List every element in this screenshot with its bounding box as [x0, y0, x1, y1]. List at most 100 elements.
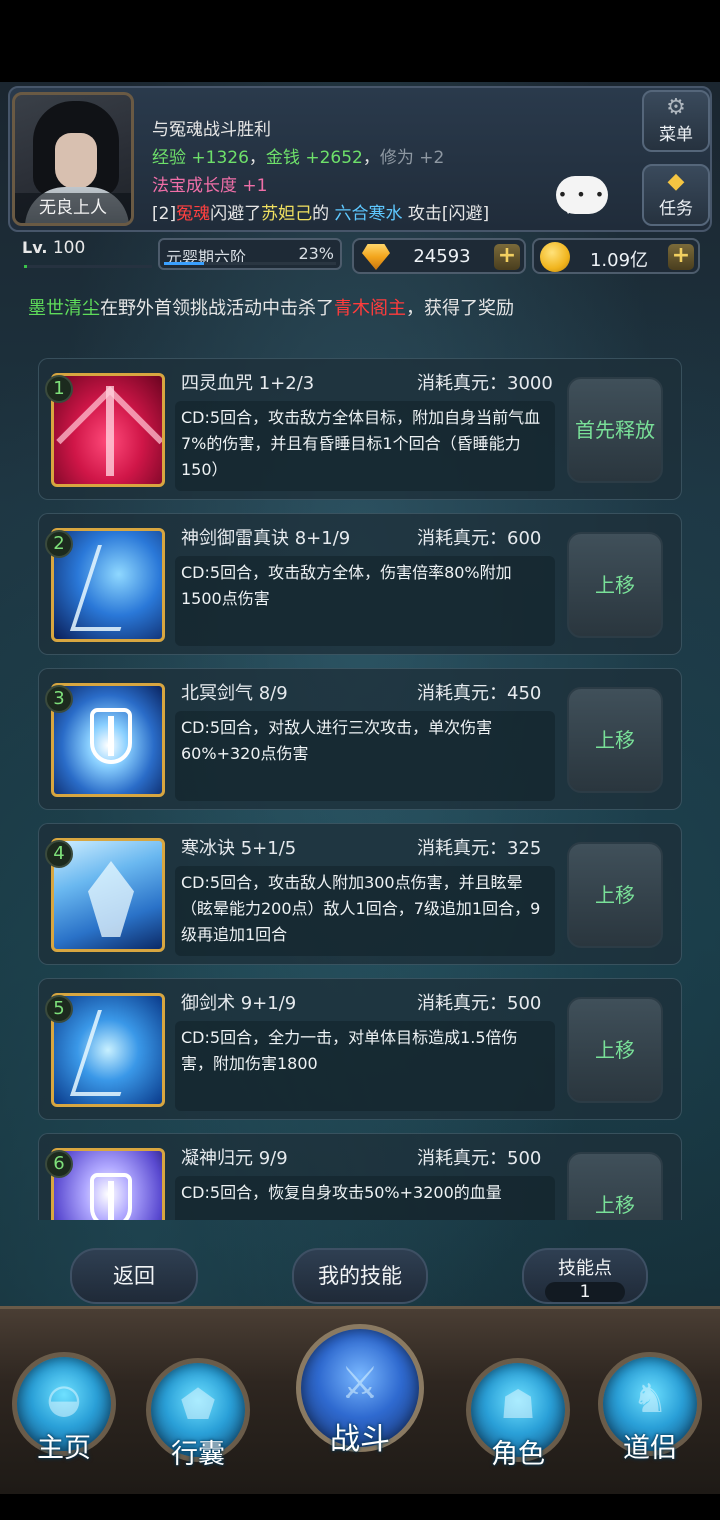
cultivation-value: +2	[419, 148, 445, 168]
evade-target: 苏妲己	[261, 204, 313, 224]
task-button[interactable]: ◆ 任务	[642, 164, 710, 226]
skill-number: 5	[45, 995, 73, 1023]
skill-action-button[interactable]: 上移	[567, 532, 663, 638]
character-icon: ☗	[500, 1382, 536, 1428]
realm-display: 元婴期六阶 23%	[158, 238, 342, 270]
battle-log-evade: [2]冤魂闪避了苏妲己的 六合寒水 攻击[闪避]	[152, 199, 489, 224]
home-icon: ◒	[46, 1376, 82, 1422]
gold-currency: 1.09亿 +	[532, 238, 700, 274]
skill-number: 2	[45, 530, 73, 558]
skill-description: CD:5回合，攻击敌人附加300点伤害，并且眩晕（眩晕能力200点）敌人1回合，…	[175, 866, 555, 956]
nav-home-label: 主页	[37, 1433, 91, 1464]
chat-bubble-icon[interactable]: • • •	[556, 176, 608, 214]
skill-cost: 消耗真元：3000	[417, 373, 553, 394]
money-label: 金钱	[265, 148, 300, 168]
battle-log-line1: 与冤魂战斗胜利	[152, 120, 271, 140]
skill-action-button[interactable]: 上移	[567, 687, 663, 793]
evade-skill: 六合寒水	[334, 204, 403, 224]
skill-name: 御剑术 9+1/9	[181, 993, 297, 1014]
notice-player: 墨世清尘	[28, 298, 100, 319]
evade-of: 的	[312, 204, 330, 224]
skill-name: 寒冰诀 5+1/5	[181, 838, 297, 859]
notice-end: ，获得了奖励	[406, 298, 514, 319]
skill-number: 6	[45, 1150, 73, 1178]
nav-dao[interactable]: ♞ 道侣	[590, 1330, 710, 1470]
reward-sep-1: ，	[248, 148, 266, 168]
exp-value: +1326	[191, 148, 249, 168]
skill-description: CD:5回合，恢复自身攻击50%+3200的血量	[175, 1176, 555, 1220]
chat-dots: • • •	[557, 185, 607, 204]
level-progress-fill	[24, 265, 27, 268]
treasure-value: +1	[242, 176, 268, 196]
battle-log-treasure: 法宝成长度 +1	[152, 171, 267, 196]
gem-amount: 24593	[413, 246, 471, 267]
skill-cost: 消耗真元：600	[417, 528, 542, 549]
skill-description: CD:5回合，攻击敌方全体，伤害倍率80%附加1500点伤害	[175, 556, 555, 646]
skill-number: 3	[45, 685, 73, 713]
skill-card: 5 御剑术 9+1/9 消耗真元：500 CD:5回合，全力一击，对单体目标造成…	[38, 978, 682, 1120]
nav-bag[interactable]: ⬟ 行囊	[138, 1336, 258, 1476]
skill-number: 4	[45, 840, 73, 868]
skill-action-button[interactable]: 上移	[567, 842, 663, 948]
player-avatar[interactable]: 无良上人	[12, 92, 134, 226]
skill-card: 1 四灵血咒 1+2/3 消耗真元：3000 CD:5回合，攻击敌方全体目标，附…	[38, 358, 682, 500]
skill-points-value: 1	[545, 1282, 625, 1302]
avatar-face	[55, 133, 97, 189]
realm-percent: 23%	[298, 244, 334, 263]
skill-action-button[interactable]: 首先释放	[567, 377, 663, 483]
gear-icon: ⚙	[666, 95, 686, 120]
sword-icon: ⚔	[340, 1358, 380, 1409]
level-progress-bar	[24, 265, 152, 268]
nav-role[interactable]: ☗ 角色	[458, 1336, 578, 1476]
skill-name: 神剑御雷真诀 8+1/9	[181, 528, 351, 549]
menu-label: 菜单	[659, 125, 693, 145]
skill-number: 1	[45, 375, 73, 403]
money-value: +2652	[305, 148, 363, 168]
skill-cost: 消耗真元：500	[417, 993, 542, 1014]
task-label: 任务	[659, 199, 693, 219]
back-button[interactable]: 返回	[70, 1248, 198, 1304]
skill-action-button[interactable]: 上移	[567, 997, 663, 1103]
nav-bag-label: 行囊	[171, 1439, 225, 1470]
nav-home[interactable]: ◒ 主页	[4, 1330, 124, 1470]
evade-mid: 闪避了	[210, 204, 262, 224]
skill-name: 北冥剑气 8/9	[181, 683, 288, 704]
add-gems-button[interactable]: +	[494, 244, 520, 270]
gem-currency: 24593 +	[352, 238, 526, 274]
add-gold-button[interactable]: +	[668, 244, 694, 270]
top-black-bar	[0, 0, 720, 82]
gold-amount: 1.09亿	[589, 250, 649, 271]
skill-name: 四灵血咒 1+2/3	[181, 373, 315, 394]
skill-list[interactable]: 1 四灵血咒 1+2/3 消耗真元：3000 CD:5回合，攻击敌方全体目标，附…	[0, 350, 720, 1220]
skill-points-label: 技能点	[558, 1258, 612, 1279]
skill-cost: 消耗真元：500	[417, 1148, 542, 1169]
skill-name: 凝神归元 9/9	[181, 1148, 288, 1169]
skill-description: CD:5回合，全力一击，对单体目标造成1.5倍伤害，附加伤害1800	[175, 1021, 555, 1111]
evade-prefix: [2]	[152, 204, 177, 224]
notice-mid: 在野外首领挑战活动中击杀了	[100, 298, 334, 319]
level-prefix: Lv.	[22, 238, 48, 257]
treasure-label: 法宝成长度	[152, 176, 237, 196]
gem-icon	[362, 244, 390, 270]
gold-coin-icon	[540, 242, 570, 272]
skill-points-display: 技能点 1	[522, 1248, 648, 1304]
skill-action-button[interactable]: 上移	[567, 1152, 663, 1220]
level-value: 100	[52, 238, 86, 258]
evade-actor: 冤魂	[176, 204, 211, 224]
nav-role-label: 角色	[491, 1439, 545, 1470]
skill-card: 6 凝神归元 9/9 消耗真元：500 CD:5回合，恢复自身攻击50%+320…	[38, 1133, 682, 1220]
nav-battle[interactable]: ⚔ 战斗	[290, 1310, 430, 1480]
my-skills-button[interactable]: 我的技能	[292, 1248, 428, 1304]
bottom-black-bar	[0, 1494, 720, 1520]
skill-cost: 消耗真元：450	[417, 683, 542, 704]
evade-suffix: 攻击[闪避]	[407, 204, 490, 224]
reward-sep-2: ，	[362, 148, 380, 168]
skill-description: CD:5回合，对敌人进行三次攻击，单次伤害60%+320点伤害	[175, 711, 555, 801]
level-display: Lv. 100	[22, 238, 152, 268]
companion-icon: ♞	[632, 1376, 668, 1422]
skill-description: CD:5回合，攻击敌方全体目标，附加自身当前气血7%的伤害，并且有昏睡目标1个回…	[175, 401, 555, 491]
notice-boss: 青木阁主	[334, 298, 406, 319]
cultivation-label: 修为	[379, 148, 414, 168]
menu-button[interactable]: ⚙ 菜单	[642, 90, 710, 152]
player-name: 无良上人	[15, 193, 131, 223]
